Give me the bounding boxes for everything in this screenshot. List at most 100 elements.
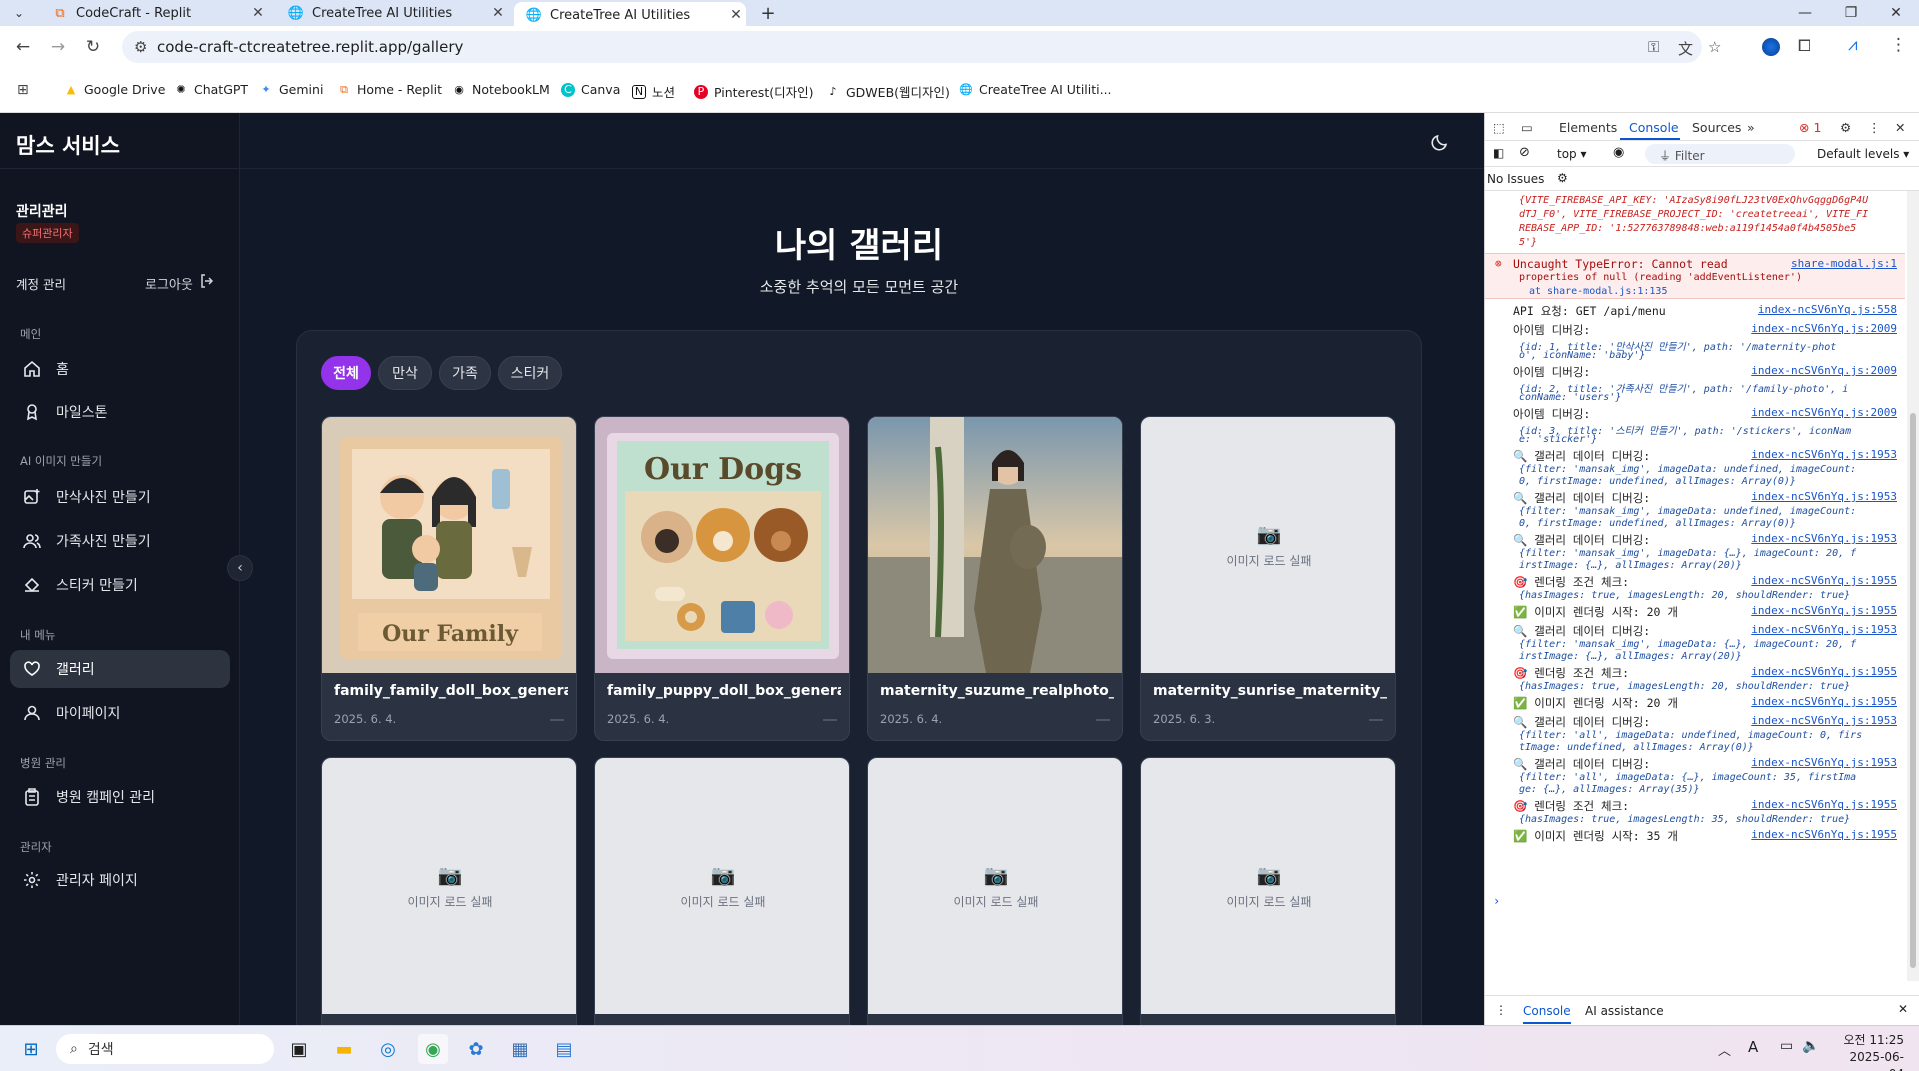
password-key-icon[interactable]: ⚿ <box>1648 38 1659 56</box>
tab-close-icon[interactable]: ✕ <box>726 7 746 23</box>
source-link[interactable]: index-ncSV6nYq.js:1955 <box>1751 574 1897 587</box>
source-link[interactable]: index-ncSV6nYq.js:558 <box>1758 303 1897 316</box>
source-link[interactable]: index-ncSV6nYq.js:1953 <box>1751 448 1897 461</box>
browser-tab[interactable]: ⧉ CodeCraft - Replit ✕ <box>40 0 268 26</box>
close-window-button[interactable]: ✕ <box>1873 0 1919 26</box>
tray-chevron-icon[interactable]: ︿ <box>1718 1040 1731 1059</box>
sidebar-item-milestone[interactable]: 마일스톤 <box>10 393 230 431</box>
bookmark-replit[interactable]: ⧉ Home - Replit <box>337 82 442 97</box>
source-link[interactable]: index-ncSV6nYq.js:1955 <box>1751 695 1897 708</box>
bookmark-notebooklm[interactable]: ◉ NotebookLM <box>452 82 550 97</box>
clear-console-icon[interactable]: ⊘ <box>1519 145 1530 160</box>
windows-start-icon[interactable]: ⊞ <box>16 1034 46 1064</box>
bookmark-createtree[interactable]: 🌐 CreateTree AI Utiliti... <box>959 82 1111 97</box>
source-link[interactable]: index-ncSV6nYq.js:1953 <box>1751 532 1897 545</box>
sidebar-item-mypage[interactable]: 마이페이지 <box>10 694 230 732</box>
sidebar-item-sticker[interactable]: 스티커 만들기 <box>10 566 230 604</box>
restore-button[interactable]: ❐ <box>1828 0 1874 26</box>
log-detail[interactable]: irstImage: {…}, allImages: Array(20)} <box>1519 560 1899 571</box>
tab-sources[interactable]: Sources <box>1692 120 1741 135</box>
account-management-label[interactable]: 계정 관리 <box>16 274 66 293</box>
settings-gear-icon[interactable]: ⚙ <box>1840 120 1851 135</box>
reload-icon[interactable]: ↻ <box>80 34 106 60</box>
browser-menu-icon[interactable]: ⋮ <box>1890 35 1907 55</box>
log-levels-select[interactable]: Default levels ▾ <box>1817 147 1909 161</box>
apps-grid-icon[interactable]: ⊞ <box>17 82 29 98</box>
gallery-card[interactable]: 📷 이미지 로드 실패 <box>321 757 577 1025</box>
error-count-badge[interactable]: ⊗ 1 <box>1799 120 1821 135</box>
log-detail[interactable]: o', iconName: 'baby'} <box>1519 350 1899 361</box>
log-detail[interactable]: {hasImages: true, imagesLength: 20, shou… <box>1519 681 1899 692</box>
devtools-close-icon[interactable]: ✕ <box>1895 120 1905 135</box>
sidebar-item-gallery[interactable]: 갤러리 <box>10 650 230 688</box>
gallery-card[interactable]: Our Dogs family_puppy_doll_box_generat 2… <box>594 416 850 741</box>
tab-close-icon[interactable]: ✕ <box>248 5 268 21</box>
bookmark-gemini[interactable]: ✦ Gemini <box>259 82 323 97</box>
source-link[interactable]: index-ncSV6nYq.js:1955 <box>1751 798 1897 811</box>
source-link[interactable]: index-ncSV6nYq.js:1953 <box>1751 490 1897 503</box>
browser-tab-active[interactable]: 🌐 CreateTree AI Utilities ✕ <box>514 2 746 28</box>
log-detail[interactable]: {hasImages: true, imagesLength: 20, shou… <box>1519 590 1899 601</box>
bookmark-chatgpt[interactable]: ✺ ChatGPT <box>174 82 248 97</box>
source-link[interactable]: index-ncSV6nYq.js:1955 <box>1751 665 1897 678</box>
card-menu-handle[interactable] <box>550 719 564 721</box>
theme-toggle-moon-icon[interactable] <box>1428 130 1452 154</box>
address-bar[interactable]: ⚙ code-craft-ctcreatetree.replit.app/gal… <box>122 31 1721 63</box>
minimize-button[interactable]: — <box>1782 0 1828 26</box>
log-detail[interactable]: {filter: 'all', imageData: {…}, imageCou… <box>1519 772 1899 783</box>
tab-console[interactable]: Console <box>1629 120 1679 135</box>
issues-label[interactable]: No Issues <box>1487 172 1544 186</box>
bookmark-canva[interactable]: C Canva <box>561 82 620 97</box>
gallery-card[interactable]: 📷 이미지 로드 실패 <box>594 757 850 1025</box>
bookmark-google-drive[interactable]: ▲ Google Drive <box>64 82 166 97</box>
browser-tab[interactable]: 🌐 CreateTree AI Utilities ✕ <box>276 0 508 26</box>
log-detail[interactable]: {filter: 'mansak_img', imageData: undefi… <box>1519 464 1899 475</box>
console-prompt[interactable]: › <box>1493 894 1500 908</box>
devtools-menu-icon[interactable]: ⋮ <box>1868 120 1881 135</box>
log-detail[interactable]: ge: {…}, allImages: Array(35)} <box>1519 784 1899 795</box>
source-link[interactable]: index-ncSV6nYq.js:2009 <box>1751 322 1897 335</box>
filter-maternity-button[interactable]: 만삭 <box>378 356 432 390</box>
source-link[interactable]: share-modal.js:1 <box>1791 257 1897 270</box>
tab-search-button[interactable]: ⌄ <box>8 3 30 23</box>
sidebar-item-campaign[interactable]: 병원 캠페인 관리 <box>10 778 230 816</box>
tab-elements[interactable]: Elements <box>1559 120 1617 135</box>
task-view-icon[interactable]: ▣ <box>284 1034 314 1064</box>
gallery-card[interactable]: 📷 이미지 로드 실패 <box>867 757 1123 1025</box>
taskbar-search[interactable]: ⌕ 검색 <box>56 1034 274 1064</box>
notepad-icon[interactable]: ▤ <box>549 1034 579 1064</box>
app-icon[interactable]: ✿ <box>461 1034 491 1064</box>
back-icon[interactable]: ← <box>10 34 36 60</box>
log-detail[interactable]: e: 'sticker'} <box>1519 434 1899 445</box>
log-detail[interactable]: irstImage: {…}, allImages: Array(20)} <box>1519 651 1899 662</box>
sidebar-item-admin[interactable]: 관리자 페이지 <box>10 861 230 899</box>
log-detail[interactable]: 0, firstImage: undefined, allImages: Arr… <box>1519 518 1899 529</box>
sidebar-item-home[interactable]: 홈 <box>10 350 230 388</box>
card-menu-handle[interactable] <box>823 719 837 721</box>
chrome-icon[interactable]: ◉ <box>418 1034 448 1064</box>
filter-all-button[interactable]: 전체 <box>321 356 371 390</box>
bookmark-gdweb[interactable]: ♪ GDWEB(웹디자인) <box>826 82 949 101</box>
volume-icon[interactable]: 🔈 <box>1802 1038 1819 1054</box>
extensions-puzzle-icon[interactable]: ⧠ <box>1798 36 1811 56</box>
filter-input[interactable]: ⏚ Filter <box>1645 144 1795 164</box>
bookmark-pinterest[interactable]: P Pinterest(디자인) <box>694 82 813 101</box>
log-detail[interactable]: conName: 'users'} <box>1519 392 1899 403</box>
source-link[interactable]: index-ncSV6nYq.js:1955 <box>1751 604 1897 617</box>
sidebar-item-family[interactable]: 가족사진 만들기 <box>10 522 230 560</box>
log-detail[interactable]: {filter: 'mansak_img', imageData: {…}, i… <box>1519 639 1899 650</box>
logout-button[interactable]: 로그아웃 <box>145 273 215 293</box>
console-settings-icon[interactable]: ⚙ <box>1557 171 1568 185</box>
gallery-card[interactable]: 📷 이미지 로드 실패 <box>1140 757 1396 1025</box>
source-link[interactable]: index-ncSV6nYq.js:2009 <box>1751 406 1897 419</box>
bookmark-star-icon[interactable]: ☆ <box>1708 38 1721 56</box>
drawer-tab-ai-assistance[interactable]: AI assistance <box>1585 1004 1664 1018</box>
bookmark-notion[interactable]: N 노션 <box>632 82 675 101</box>
eye-icon[interactable]: ◉ <box>1613 145 1624 160</box>
source-link[interactable]: index-ncSV6nYq.js:1955 <box>1751 828 1897 841</box>
tab-close-icon[interactable]: ✕ <box>488 5 508 21</box>
file-explorer-icon[interactable]: ▬ <box>329 1034 359 1064</box>
source-link[interactable]: index-ncSV6nYq.js:1953 <box>1751 756 1897 769</box>
log-detail[interactable]: {filter: 'mansak_img', imageData: undefi… <box>1519 506 1899 517</box>
profile-avatar-icon[interactable]: ⩘ <box>1848 35 1858 55</box>
